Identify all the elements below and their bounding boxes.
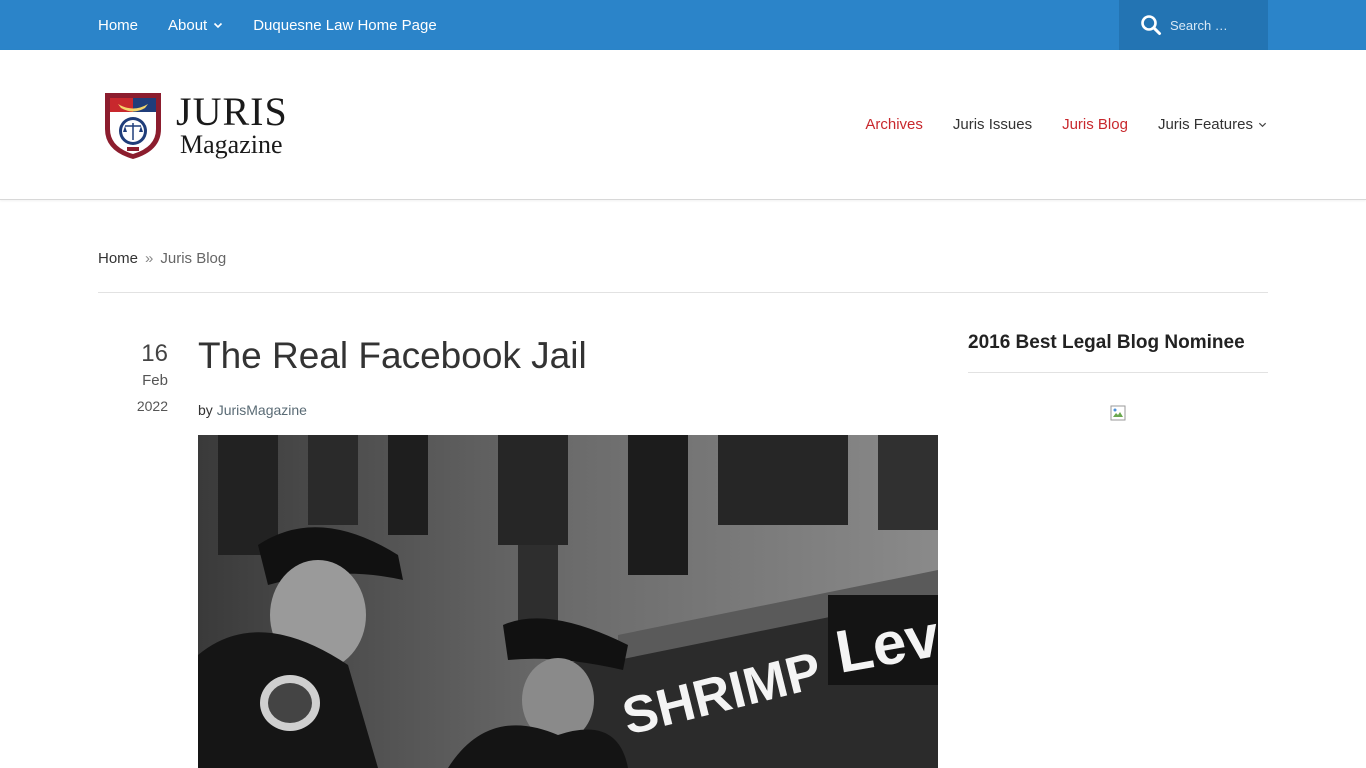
post-date-day: 16 xyxy=(141,340,168,367)
logo-subtitle: Magazine xyxy=(180,129,283,159)
site-logo[interactable]: JURIS Magazine xyxy=(100,87,300,162)
logo-title: JURIS xyxy=(176,88,288,134)
post-date-year: 2022 xyxy=(136,398,168,414)
main-nav-juris-blog[interactable]: Juris Blog xyxy=(1062,116,1128,133)
top-nav-home[interactable]: Home xyxy=(98,17,138,34)
breadcrumb-current: Juris Blog xyxy=(160,250,227,267)
site-header: JURIS Magazine Archives Juris Issues Jur… xyxy=(0,50,1366,200)
main-nav-archives[interactable]: Archives xyxy=(865,116,923,133)
broken-image-icon[interactable] xyxy=(1110,405,1126,421)
police-officers-photo: SHRIMP CO. Lev xyxy=(198,435,938,768)
chevron-down-icon xyxy=(1258,122,1267,127)
search-input[interactable] xyxy=(1170,17,1260,33)
breadcrumb: Home » Juris Blog xyxy=(98,250,226,267)
chevron-down-icon xyxy=(214,22,223,29)
main-nav: Archives Juris Issues Juris Blog Juris F… xyxy=(835,100,1267,148)
search-box xyxy=(1119,0,1268,50)
top-bar: Home About Duquesne Law Home Page xyxy=(0,0,1366,50)
top-nav: Home About Duquesne Law Home Page xyxy=(98,0,467,50)
sidebar-widget-title: 2016 Best Legal Blog Nominee xyxy=(968,332,1245,353)
byline-label: by xyxy=(198,402,213,418)
post-byline: by JurisMagazine xyxy=(198,402,307,418)
main-nav-juris-features-label: Juris Features xyxy=(1157,115,1253,133)
top-nav-about-label: About xyxy=(168,16,208,34)
breadcrumb-separator: » xyxy=(145,250,154,267)
post-featured-image[interactable]: SHRIMP CO. Lev xyxy=(198,435,938,768)
post-title[interactable]: The Real Facebook Jail xyxy=(198,335,587,377)
top-nav-about[interactable]: About xyxy=(168,17,223,34)
search-icon[interactable] xyxy=(1140,14,1162,36)
main-nav-juris-issues[interactable]: Juris Issues xyxy=(953,116,1032,133)
main-nav-juris-features[interactable]: Juris Features xyxy=(1158,116,1267,133)
top-nav-duquesne-law[interactable]: Duquesne Law Home Page xyxy=(253,17,436,34)
divider xyxy=(98,292,1268,293)
widget-divider xyxy=(968,372,1268,373)
crest-logo-icon xyxy=(105,92,161,159)
post-date: 16 Feb 2022 xyxy=(120,340,168,418)
post-date-month: Feb xyxy=(142,372,168,389)
logo-text: JURIS Magazine xyxy=(176,88,288,159)
post-author-link[interactable]: JurisMagazine xyxy=(217,402,307,418)
breadcrumb-home[interactable]: Home xyxy=(98,250,138,267)
